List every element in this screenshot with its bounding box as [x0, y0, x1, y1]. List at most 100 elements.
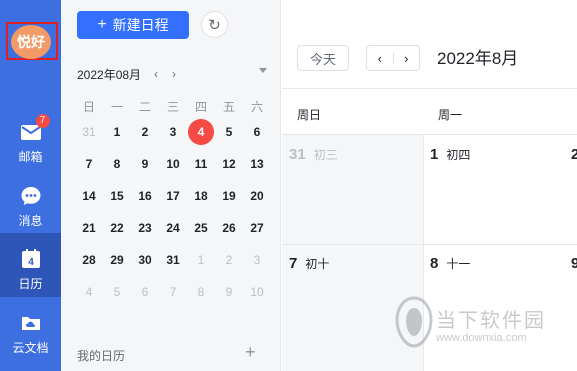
- watermark-logo-icon: [395, 296, 433, 348]
- sidebar-item-label: 云文档: [12, 341, 49, 355]
- weekday-header-sun: 周日: [297, 108, 322, 122]
- date-cell[interactable]: 4: [75, 285, 103, 299]
- date-cell[interactable]: 31: [159, 253, 187, 267]
- cloud-folder-icon: [19, 311, 43, 335]
- date-cell[interactable]: 9: [215, 285, 243, 299]
- period-nav: ‹ ›: [366, 45, 420, 71]
- date-cell-today[interactable]: 4: [187, 119, 215, 145]
- day-cell[interactable]: 1 初四: [430, 146, 470, 163]
- date-cell[interactable]: 11: [187, 157, 215, 171]
- week-row: 14 15 16 17 18 19 20: [75, 180, 271, 212]
- date-cell[interactable]: 8: [103, 157, 131, 171]
- date-cell[interactable]: 7: [75, 157, 103, 171]
- chat-icon: [19, 184, 43, 208]
- prev-month-button[interactable]: ‹: [367, 46, 393, 70]
- sidebar-item-docs[interactable]: 云文档: [0, 297, 61, 361]
- date-cell[interactable]: 28: [75, 253, 103, 267]
- weekday-header-mon: 周一: [438, 108, 463, 122]
- date-cell[interactable]: 12: [215, 157, 243, 171]
- add-calendar-icon[interactable]: +: [245, 342, 256, 363]
- sidebar-item-calendar[interactable]: 4 日历: [0, 233, 61, 297]
- date-cell[interactable]: 15: [103, 189, 131, 203]
- date-cell[interactable]: 29: [103, 253, 131, 267]
- date-cell[interactable]: 6: [243, 125, 271, 139]
- date-cell[interactable]: 7: [159, 285, 187, 299]
- date-cell[interactable]: 19: [215, 189, 243, 203]
- plus-icon: +: [97, 16, 107, 33]
- mail-icon: 7: [19, 114, 50, 144]
- user-avatar[interactable]: 悦好: [11, 25, 51, 59]
- date-cell[interactable]: 25: [187, 221, 215, 235]
- new-event-button[interactable]: + 新建日程: [77, 11, 189, 39]
- watermark: 当下软件园 www.downxia.com: [394, 296, 577, 356]
- refresh-button[interactable]: ↻: [201, 11, 228, 38]
- day-cell[interactable]: 9: [571, 255, 577, 272]
- date-cell[interactable]: 2: [131, 125, 159, 139]
- today-button[interactable]: 今天: [297, 45, 349, 71]
- day-number: 2: [571, 146, 577, 163]
- chevron-left-icon: ‹: [377, 50, 382, 66]
- day-cell[interactable]: 2: [571, 146, 577, 163]
- day-cell[interactable]: 7 初十: [289, 255, 329, 272]
- date-cell[interactable]: 5: [103, 285, 131, 299]
- date-cell[interactable]: 21: [75, 221, 103, 235]
- weekday-label: 一: [110, 99, 123, 114]
- weekday-label: 五: [222, 99, 235, 114]
- date-cell[interactable]: 31: [75, 125, 103, 139]
- watermark-url: www.downxia.com: [436, 332, 527, 344]
- weekday-label: 二: [138, 99, 151, 114]
- date-cell[interactable]: 16: [131, 189, 159, 203]
- day-cell[interactable]: 8 十一: [430, 255, 470, 272]
- date-cell[interactable]: 20: [243, 189, 271, 203]
- chevron-right-icon[interactable]: ›: [167, 67, 181, 81]
- new-event-label: 新建日程: [112, 17, 169, 33]
- lunar-date: 十一: [446, 257, 471, 271]
- week-row: 21 22 23 24 25 26 27: [75, 212, 271, 244]
- date-cell[interactable]: 26: [215, 221, 243, 235]
- date-cell[interactable]: 8: [187, 285, 215, 299]
- date-cell[interactable]: 1: [103, 125, 131, 139]
- calendar-icon: 4: [19, 247, 43, 271]
- day-number: 1: [430, 146, 439, 163]
- sidebar-item-mail[interactable]: 7 邮箱: [0, 106, 61, 170]
- date-cell[interactable]: 10: [243, 285, 271, 299]
- week-row: 7 8 9 10 11 12 13: [75, 148, 271, 180]
- date-cell[interactable]: 6: [131, 285, 159, 299]
- date-cell[interactable]: 18: [187, 189, 215, 203]
- chevron-left-icon[interactable]: ‹: [149, 67, 163, 81]
- day-number: 7: [289, 255, 298, 272]
- weekday-row: 日 一 二 三 四 五 六: [75, 96, 271, 116]
- date-cell[interactable]: 9: [131, 157, 159, 171]
- refresh-icon: ↻: [208, 16, 221, 34]
- date-cell[interactable]: 24: [159, 221, 187, 235]
- week-row: 28 29 30 31 1 2 3: [75, 244, 271, 276]
- divider: [282, 244, 577, 245]
- mini-calendar-month: 2022年08月: [77, 67, 142, 82]
- date-cell[interactable]: 1: [187, 253, 215, 267]
- day-cell[interactable]: 31 初三: [289, 146, 338, 163]
- lunar-date: 初四: [446, 148, 471, 162]
- date-cell[interactable]: 10: [159, 157, 187, 171]
- calendar-icon-day: 4: [28, 257, 34, 268]
- sidebar-item-label: 日历: [18, 277, 43, 291]
- date-cell[interactable]: 5: [215, 125, 243, 139]
- date-cell[interactable]: 22: [103, 221, 131, 235]
- date-cell[interactable]: 27: [243, 221, 271, 235]
- calendar-side-panel: + 新建日程 ↻ 2022年08月 ‹ › 日 一 二 三 四 五 六 31 1…: [61, 0, 281, 371]
- caret-down-icon[interactable]: [259, 68, 267, 73]
- date-cell[interactable]: 17: [159, 189, 187, 203]
- date-cell[interactable]: 30: [131, 253, 159, 267]
- my-calendars-heading: 我的日历: [77, 349, 126, 363]
- date-cell[interactable]: 23: [131, 221, 159, 235]
- date-cell[interactable]: 3: [243, 253, 271, 267]
- date-cell[interactable]: 3: [159, 125, 187, 139]
- date-cell[interactable]: 2: [215, 253, 243, 267]
- lunar-date: 初三: [313, 148, 338, 162]
- date-cell[interactable]: 14: [75, 189, 103, 203]
- mail-unread-badge: 7: [35, 114, 50, 128]
- sidebar-item-messages[interactable]: 消息: [0, 170, 61, 234]
- next-month-button[interactable]: ›: [394, 46, 420, 70]
- current-month-title: 2022年8月: [437, 49, 519, 68]
- weekday-label: 日: [82, 99, 95, 114]
- date-cell[interactable]: 13: [243, 157, 271, 171]
